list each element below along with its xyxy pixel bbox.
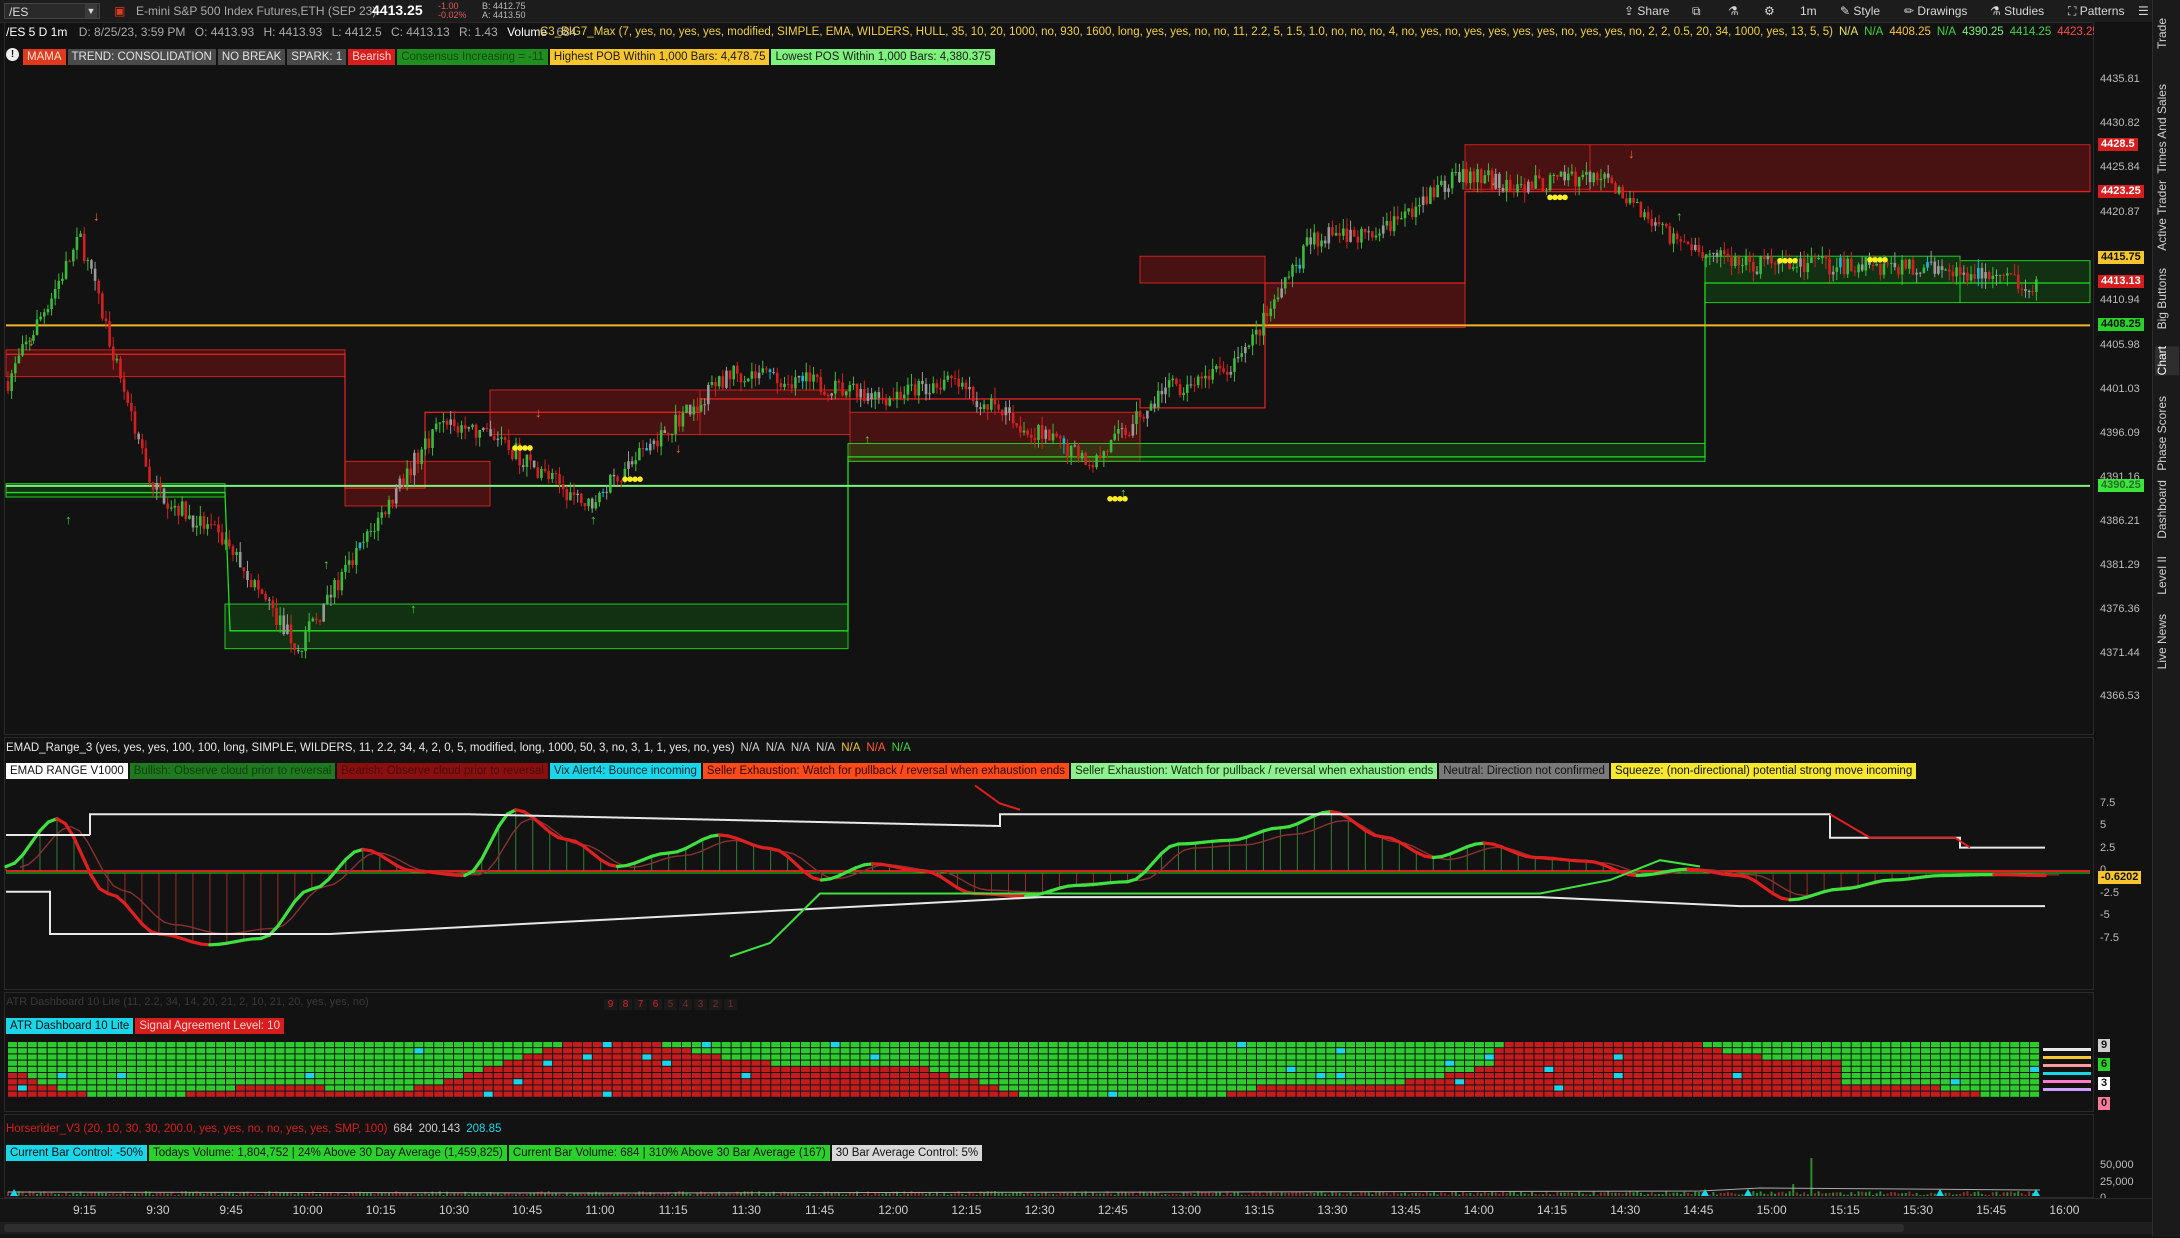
time-label: 9:45: [219, 1203, 242, 1217]
time-label: 13:45: [1391, 1203, 1421, 1217]
volume-chart[interactable]: [0, 0, 2180, 1237]
time-label: 11:00: [585, 1203, 614, 1217]
time-label: 14:30: [1610, 1203, 1640, 1217]
scrollbar-thumb[interactable]: [4, 1224, 1904, 1232]
time-label: 13:15: [1244, 1203, 1274, 1217]
time-label: 15:45: [1976, 1203, 2006, 1217]
time-label: 11:45: [805, 1203, 834, 1217]
side-tab-dashboard[interactable]: Dashboard: [2155, 480, 2179, 539]
time-label: 10:45: [512, 1203, 542, 1217]
time-label: 16:00: [2049, 1203, 2079, 1217]
time-label: 13:00: [1171, 1203, 1201, 1217]
time-label: 14:15: [1537, 1203, 1567, 1217]
time-label: 12:15: [951, 1203, 981, 1217]
time-label: 13:30: [1317, 1203, 1347, 1217]
side-tab-times-and-sales[interactable]: Times And Sales: [2155, 84, 2179, 174]
time-label: 12:45: [1098, 1203, 1128, 1217]
side-tab-live-news[interactable]: Live News: [2155, 614, 2179, 669]
side-tab-level-ii[interactable]: Level II: [2155, 556, 2179, 595]
side-tab-active-trader[interactable]: Active Trader: [2155, 180, 2179, 251]
time-label: 15:15: [1830, 1203, 1860, 1217]
time-label: 9:30: [146, 1203, 169, 1217]
horizontal-scrollbar[interactable]: [0, 1222, 2152, 1234]
time-label: 14:00: [1464, 1203, 1494, 1217]
side-tab-bar: Trade Times And Sales Active Trader Big But…: [2152, 0, 2180, 1237]
time-label: 9:15: [73, 1203, 96, 1217]
side-tab-phase-scores[interactable]: Phase Scores: [2155, 396, 2179, 471]
time-label: 11:30: [732, 1203, 761, 1217]
time-label: 14:45: [1683, 1203, 1713, 1217]
time-label: 15:30: [1903, 1203, 1933, 1217]
time-label: 15:00: [1757, 1203, 1787, 1217]
time-label: 12:00: [878, 1203, 908, 1217]
side-tab-chart[interactable]: Chart: [2155, 346, 2179, 375]
time-label: 12:30: [1025, 1203, 1055, 1217]
time-label: 10:15: [366, 1203, 396, 1217]
side-tab-big-buttons[interactable]: Big Buttons: [2155, 268, 2179, 329]
time-label: 10:00: [293, 1203, 323, 1217]
side-tab-trade[interactable]: Trade: [2155, 18, 2179, 49]
time-label: 10:30: [439, 1203, 469, 1217]
volume-spike-marker: [1936, 1189, 1944, 1196]
time-label: 11:15: [659, 1203, 688, 1217]
volume-average-line: [8, 1188, 2040, 1193]
